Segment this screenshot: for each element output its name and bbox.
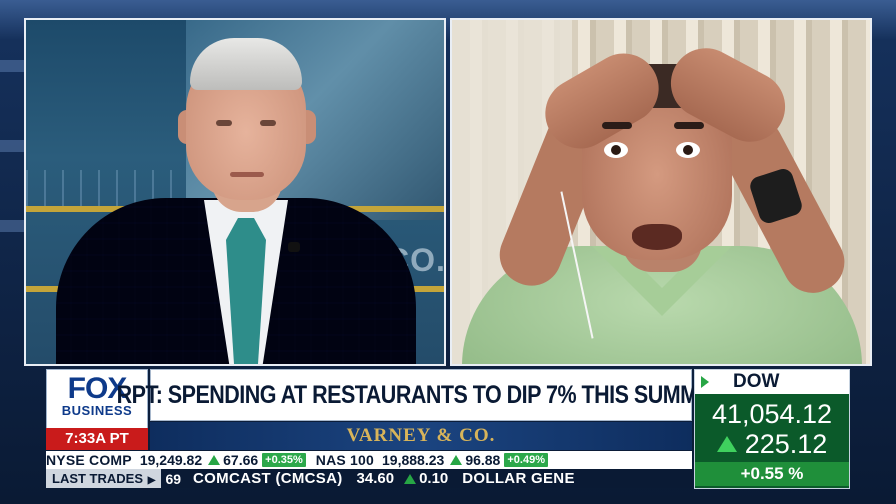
guest-mouth (632, 224, 682, 250)
headline-text: RPT: SPENDING AT RESTAURANTS TO DIP 7% T… (116, 380, 726, 409)
up-triangle-icon (208, 455, 221, 465)
dow-value: 41,054.12 (711, 399, 833, 429)
ticker-value: 19,888.23 (382, 452, 445, 468)
clock-badge: 7:33A PT (46, 428, 148, 450)
ticker-item-nyse: NYSE COMP 19,249.82 67.66 +0.35% (46, 452, 310, 468)
ticker-change: 96.88 (465, 452, 501, 468)
ticker-percent: +0.35% (262, 453, 306, 467)
market-ticker: NYSE COMP 19,249.82 67.66 +0.35% NAS 100… (46, 451, 692, 469)
up-triangle-icon (450, 455, 463, 465)
dow-label: DOW (733, 371, 780, 392)
ticker-item-nas100: NAS 100 19,888.23 96.88 +0.49% (316, 452, 552, 468)
dow-percent: +0.55 % (695, 462, 849, 486)
ticker-label: NYSE COMP (46, 452, 132, 468)
lapel-mic (288, 242, 300, 252)
clock-time: 7:33A PT (65, 430, 129, 447)
ticker-change: 67.66 (223, 452, 259, 468)
last-trades-crawl: LAST TRADES ▶ 69 COMCAST (CMCSA) 34.60 0… (46, 469, 692, 488)
backdrop-stripe (0, 60, 26, 72)
guest-brow (674, 122, 704, 129)
guest-brow (602, 122, 632, 129)
up-triangle-icon (716, 436, 737, 452)
guest-video-panel (450, 18, 872, 366)
host-mouth (230, 172, 264, 177)
ticker-value: 19,249.82 (139, 452, 203, 468)
guest-eye (604, 142, 628, 158)
trade-change: 0.10 (404, 470, 448, 487)
host-hair (190, 38, 302, 90)
host-eye (216, 120, 232, 126)
ticker-label: NAS 100 (315, 452, 375, 468)
last-trades-label: LAST TRADES ▶ (46, 469, 162, 488)
show-name: VARNEY & CO. (346, 425, 496, 446)
dow-index-box: DOW 41,054.12 225.12 +0.55 % (694, 369, 850, 489)
ticker-percent: +0.49% (504, 453, 548, 467)
up-triangle-icon (404, 473, 417, 484)
headline-banner: RPT: SPENDING AT RESTAURANTS TO DIP 7% T… (116, 369, 726, 421)
play-arrow-icon: ▶ (145, 475, 156, 486)
play-arrow-icon (701, 376, 709, 388)
dow-change: 225.12 (695, 430, 849, 458)
guest-eye (676, 142, 700, 158)
host-video-panel: CO. (24, 18, 446, 366)
backdrop-stripe (0, 140, 26, 152)
trade-stock-name: COMCAST (CMCSA) (193, 470, 343, 487)
trade-leading-value: 69 (165, 470, 182, 487)
host-figure (26, 20, 444, 364)
dow-change-value: 225.12 (744, 429, 828, 459)
host-eye (260, 120, 276, 126)
show-name-bar: VARNEY & CO. (150, 422, 692, 450)
backdrop-stripe (0, 220, 26, 232)
trade-price: 34.60 (356, 470, 395, 487)
trade-next-stock: DOLLAR GENE (462, 470, 575, 487)
dow-header: DOW (695, 370, 849, 394)
